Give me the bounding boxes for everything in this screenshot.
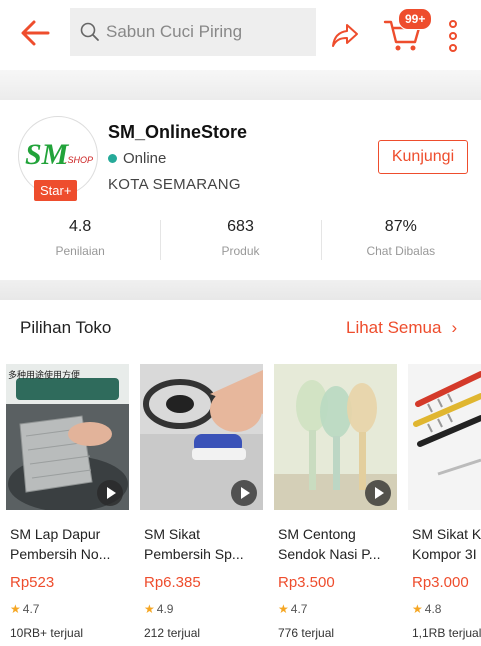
product-carousel[interactable]: 多种用途使用方便 SM Lap Dapur Pembersih No... Rp… — [0, 360, 481, 646]
rating-value: 4.7 — [22, 602, 40, 616]
shop-city: KOTA SEMARANG — [108, 176, 241, 193]
product-rating: ★ 4.8 — [412, 602, 441, 616]
product-image[interactable] — [140, 364, 263, 510]
product-image[interactable] — [274, 364, 397, 510]
visit-button[interactable]: Kunjungi — [378, 140, 468, 174]
logo-subtext: .SHOP — [65, 155, 93, 165]
logo-text: SM — [25, 138, 70, 171]
product-name-line2: Pembersih No... — [10, 546, 111, 562]
divider-band — [0, 70, 481, 100]
product-card[interactable]: SM Sikat K Kompor 3I Rp3.000 ★ 4.8 1,1RB … — [408, 364, 481, 646]
search-icon — [80, 22, 99, 41]
product-card[interactable]: SM Centong Sendok Nasi P... Rp3.500 ★ 4.7… — [274, 364, 397, 646]
online-status: Online — [108, 150, 166, 167]
section-title: Pilihan Toko — [20, 318, 112, 337]
rating-value: 4.7 — [290, 602, 308, 616]
online-dot-icon — [108, 154, 117, 163]
product-card[interactable]: 多种用途使用方便 SM Lap Dapur Pembersih No... Rp… — [6, 364, 129, 646]
product-price: Rp3.500 — [278, 574, 335, 591]
product-name-line2: Pembersih Sp... — [144, 546, 244, 562]
divider-band — [0, 280, 481, 300]
stat-value: 683 — [227, 218, 254, 235]
product-name-line1: SM Lap Dapur — [10, 526, 101, 542]
product-price: Rp3.000 — [412, 574, 469, 591]
star-icon: ★ — [278, 602, 289, 616]
arrow-left-icon[interactable] — [18, 16, 52, 50]
product-rating: ★ 4.7 — [10, 602, 39, 616]
see-all-label: Lihat Semua — [346, 318, 442, 337]
shop-stats: 4.8 Penilaian 683 Produk 87% Chat Dibala… — [0, 218, 481, 268]
stat-label: Produk — [221, 244, 260, 258]
product-name-line1: SM Centong — [278, 526, 356, 542]
top-bar: Sabun Cuci Piring 99+ — [0, 0, 481, 70]
stat-rating: 4.8 Penilaian — [0, 218, 160, 268]
rating-value: 4.8 — [424, 602, 442, 616]
stat-value: 4.8 — [69, 218, 92, 235]
star-icon: ★ — [10, 602, 21, 616]
product-sold: 10RB+ terjual — [10, 626, 84, 640]
online-label: Online — [123, 150, 167, 167]
product-rating: ★ 4.9 — [144, 602, 173, 616]
product-card[interactable]: SM Sikat Pembersih Sp... Rp6.385 ★ 4.9 21… — [140, 364, 263, 646]
product-image[interactable] — [408, 364, 481, 510]
star-icon: ★ — [144, 602, 155, 616]
product-image-caption: 多种用途使用方便 — [8, 369, 80, 381]
stat-value: 87% — [384, 218, 417, 235]
search-input[interactable]: Sabun Cuci Piring — [70, 8, 316, 56]
stat-products: 683 Produk — [160, 218, 320, 268]
play-icon[interactable] — [365, 480, 391, 506]
shop-info-card[interactable]: SM .SHOP Star+ SM_OnlineStore Online KOT… — [0, 100, 481, 280]
cart-badge: 99+ — [398, 8, 433, 30]
product-name-line2: Kompor 3I — [412, 546, 477, 562]
product-sold: 212 terjual — [144, 626, 201, 640]
product-name-line1: SM Sikat — [144, 526, 201, 542]
product-photo — [408, 364, 481, 510]
product-price: Rp6.385 — [144, 574, 201, 591]
see-all-link[interactable]: Lihat Semua › — [346, 318, 457, 338]
stat-chat-reply: 87% Chat Dibalas — [320, 218, 481, 268]
share-icon[interactable] — [330, 20, 360, 50]
stat-label: Penilaian — [55, 244, 105, 258]
play-icon[interactable] — [231, 480, 257, 506]
chevron-right-icon: › — [451, 318, 458, 337]
product-image[interactable]: 多种用途使用方便 — [6, 364, 129, 510]
play-icon[interactable] — [97, 480, 123, 506]
product-rating: ★ 4.7 — [278, 602, 307, 616]
product-sold: 776 terjual — [278, 626, 335, 640]
star-icon: ★ — [412, 602, 423, 616]
shop-name: SM_OnlineStore — [108, 122, 248, 142]
star-plus-badge: Star+ — [34, 180, 78, 201]
product-name-line2: Sendok Nasi P... — [278, 546, 381, 562]
product-sold: 1,1RB terjual — [412, 626, 481, 640]
product-name-line1: SM Sikat K — [412, 526, 481, 542]
product-price: Rp523 — [10, 574, 55, 591]
search-placeholder: Sabun Cuci Piring — [106, 22, 243, 41]
rating-value: 4.9 — [156, 602, 174, 616]
stat-label: Chat Dibalas — [366, 244, 436, 258]
more-vertical-icon[interactable] — [447, 18, 459, 54]
